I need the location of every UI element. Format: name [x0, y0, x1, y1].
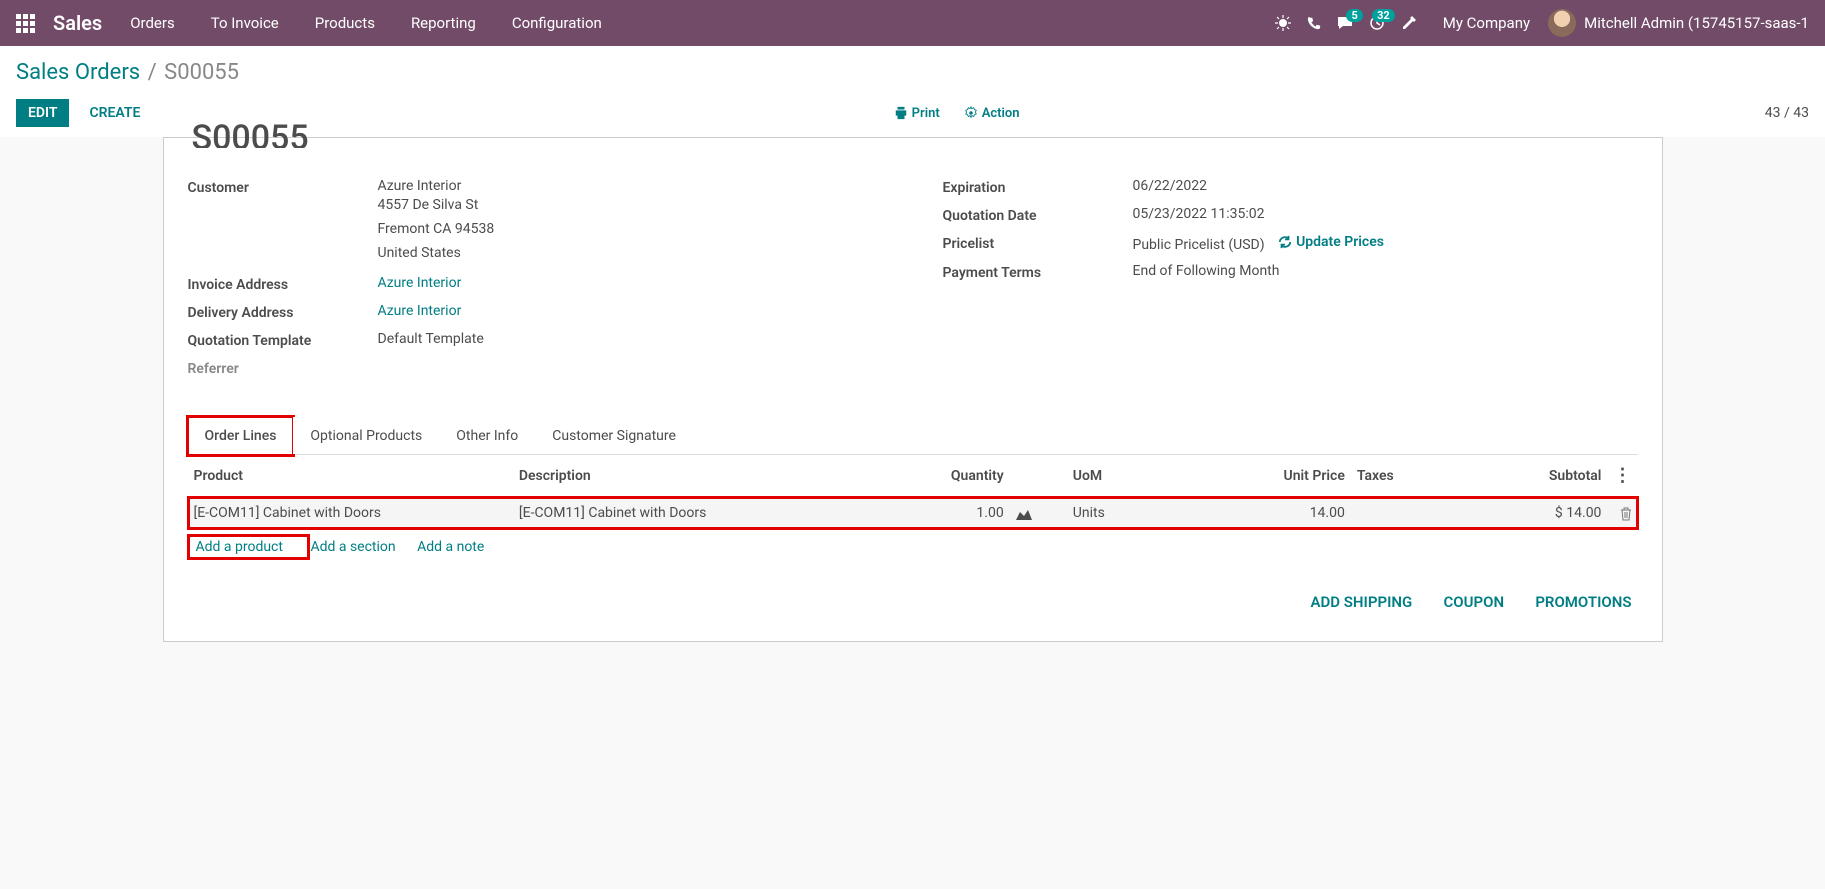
tab-customer-signature[interactable]: Customer Signature — [535, 417, 693, 454]
update-prices-label: Update Prices — [1296, 234, 1384, 250]
customer-addr2: Fremont CA 94538 — [378, 218, 495, 242]
col-unit-price: Unit Price — [1209, 455, 1351, 497]
col-description: Description — [513, 455, 867, 497]
line-taxes[interactable] — [1351, 497, 1465, 530]
line-product[interactable]: [E-COM11] Cabinet with Doors — [188, 497, 513, 530]
nav-to-invoice[interactable]: To Invoice — [211, 14, 279, 32]
brand[interactable]: Sales — [53, 11, 102, 35]
customer-addr1: 4557 De Silva St — [378, 194, 495, 218]
col-product: Product — [188, 455, 513, 497]
payment-terms-label: Payment Terms — [943, 263, 1133, 281]
navbar: Sales Orders To Invoice Products Reporti… — [0, 0, 1825, 46]
avatar — [1548, 9, 1576, 37]
tab-optional-products[interactable]: Optional Products — [293, 417, 439, 454]
record-title: S00055 — [188, 118, 1638, 148]
forecast-icon[interactable] — [1016, 508, 1032, 520]
phone-icon[interactable] — [1307, 16, 1321, 30]
breadcrumb: Sales Orders / S00055 — [16, 60, 1809, 85]
messaging-badge: 5 — [1346, 9, 1362, 22]
referrer-label: Referrer — [188, 359, 378, 377]
breadcrumb-current: S00055 — [164, 60, 239, 85]
user-menu[interactable]: Mitchell Admin (15745157-saas-1 — [1548, 9, 1809, 37]
footer-actions: ADD SHIPPING COUPON PROMOTIONS — [188, 565, 1638, 617]
user-name: Mitchell Admin (15745157-saas-1 — [1584, 14, 1809, 32]
tab-order-lines[interactable]: Order Lines — [188, 417, 294, 455]
debug-icon[interactable] — [1275, 15, 1291, 31]
trash-icon[interactable] — [1620, 507, 1632, 521]
col-uom: UoM — [1067, 455, 1209, 497]
promotions-button[interactable]: PROMOTIONS — [1535, 593, 1631, 611]
payment-terms-value: End of Following Month — [1133, 263, 1280, 279]
customer-link[interactable]: Azure Interior — [378, 178, 462, 194]
line-subtotal: $ 14.00 — [1465, 497, 1608, 530]
coupon-button[interactable]: COUPON — [1443, 593, 1504, 611]
nav-products[interactable]: Products — [315, 14, 375, 32]
expiration-value: 06/22/2022 — [1133, 178, 1208, 194]
tab-other-info[interactable]: Other Info — [439, 417, 535, 454]
customer-label: Customer — [188, 178, 378, 196]
invoice-address-label: Invoice Address — [188, 275, 378, 293]
invoice-address-link[interactable]: Azure Interior — [378, 275, 462, 291]
delivery-address-label: Delivery Address — [188, 303, 378, 321]
right-column: Expiration 06/22/2022 Quotation Date 05/… — [943, 178, 1638, 387]
quotation-template-label: Quotation Template — [188, 331, 378, 349]
nav-configuration[interactable]: Configuration — [512, 14, 602, 32]
line-uom[interactable]: Units — [1067, 497, 1209, 530]
tools-icon[interactable] — [1401, 15, 1417, 31]
delivery-address-link[interactable]: Azure Interior — [378, 303, 462, 319]
update-prices-link[interactable]: Update Prices — [1278, 234, 1384, 250]
tabs: Order Lines Optional Products Other Info… — [188, 417, 1638, 455]
quotation-date-label: Quotation Date — [943, 206, 1133, 224]
line-quantity[interactable]: 1.00 — [867, 497, 1010, 530]
col-quantity: Quantity — [867, 455, 1010, 497]
form-sheet: S00055 Customer Azure Interior 4557 De S… — [163, 137, 1663, 642]
col-taxes: Taxes — [1351, 455, 1465, 497]
nav-orders[interactable]: Orders — [130, 14, 175, 32]
add-section-link[interactable]: Add a section — [310, 539, 395, 555]
breadcrumb-sep: / — [148, 60, 163, 85]
order-line-row[interactable]: [E-COM11] Cabinet with Doors [E-COM11] C… — [188, 497, 1638, 530]
company-switcher[interactable]: My Company — [1443, 14, 1530, 32]
order-lines-table: Product Description Quantity UoM Unit Pr… — [188, 455, 1638, 565]
quotation-date-value: 05/23/2022 11:35:02 — [1133, 206, 1265, 222]
edit-button[interactable]: EDIT — [16, 99, 69, 127]
breadcrumb-parent[interactable]: Sales Orders — [16, 60, 140, 85]
col-subtotal: Subtotal — [1465, 455, 1608, 497]
pricelist-value: Public Pricelist (USD) — [1133, 237, 1265, 253]
customer-addr3: United States — [378, 242, 495, 266]
add-note-link[interactable]: Add a note — [417, 539, 484, 555]
create-button[interactable]: CREATE — [81, 99, 148, 127]
left-column: Customer Azure Interior 4557 De Silva St… — [188, 178, 883, 387]
line-description[interactable]: [E-COM11] Cabinet with Doors — [513, 497, 867, 530]
messaging-icon[interactable]: 5 — [1337, 15, 1353, 31]
activities-icon[interactable]: 32 — [1369, 15, 1385, 31]
line-unit-price[interactable]: 14.00 — [1209, 497, 1351, 530]
pager[interactable]: 43 / 43 — [1765, 105, 1809, 121]
columns-menu-icon[interactable]: ⋮ — [1614, 465, 1632, 486]
activities-badge: 32 — [1372, 9, 1395, 22]
quotation-template-value: Default Template — [378, 331, 484, 347]
refresh-icon — [1278, 235, 1292, 249]
apps-icon[interactable] — [16, 14, 35, 33]
add-shipping-button[interactable]: ADD SHIPPING — [1310, 593, 1412, 611]
add-product-link[interactable]: Add a product — [196, 539, 283, 555]
expiration-label: Expiration — [943, 178, 1133, 196]
pricelist-label: Pricelist — [943, 234, 1133, 252]
nav-reporting[interactable]: Reporting — [411, 14, 476, 32]
